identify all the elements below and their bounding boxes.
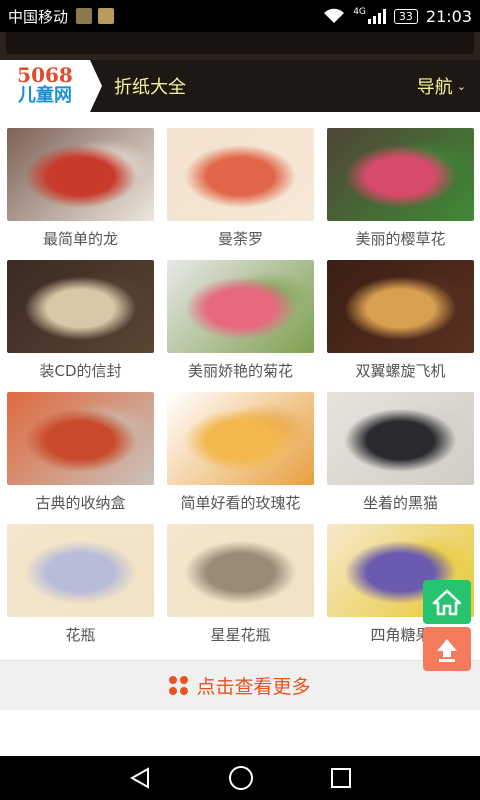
grid-row: 最简单的龙 曼荼罗 美丽的樱草花 [0,128,480,260]
item-thumbnail[interactable] [7,260,154,353]
floating-home-button[interactable] [423,580,471,624]
home-icon [432,589,462,616]
item-caption[interactable]: 曼荼罗 [218,228,263,249]
item-thumbnail[interactable] [167,128,314,221]
grid-item[interactable]: 星星花瓶 [167,524,314,656]
item-thumbnail[interactable] [7,392,154,485]
item-thumbnail[interactable] [327,128,474,221]
item-thumbnail[interactable] [167,260,314,353]
network-type: 4G [353,6,366,17]
grid-item[interactable]: 花瓶 [7,524,154,656]
item-caption[interactable]: 星星花瓶 [210,624,270,645]
grid-item[interactable]: 坐着的黑猫 [327,392,474,524]
grid-item[interactable]: 简单好看的玫瑰花 [167,392,314,524]
image-notification-icon [98,8,115,24]
item-caption[interactable]: 坐着的黑猫 [363,492,438,513]
site-header: 5068 儿童网 折纸大全 导航 ⌄ [0,60,480,112]
logo-text: 儿童网 [18,85,72,106]
battery-icon: 33 [393,8,418,24]
back-triangle-icon[interactable] [128,766,152,790]
item-caption[interactable]: 双翼螺旋飞机 [355,360,445,381]
item-caption[interactable]: 简单好看的玫瑰花 [180,492,300,513]
home-circle-icon[interactable] [228,765,254,791]
item-thumbnail[interactable] [327,260,474,353]
back-to-top-button[interactable] [423,627,471,671]
load-more-label: 点击查看更多 [196,676,311,698]
item-caption[interactable]: 装CD的信封 [39,360,121,381]
origami-grid: 最简单的龙 曼荼罗 美丽的樱草花 装CD的信封 美丽娇艳的菊花 双翼螺旋飞机 古… [0,112,480,656]
chevron-down-icon: ⌄ [456,79,466,93]
grid-item[interactable]: 最简单的龙 [7,128,154,260]
grid-item[interactable]: 美丽娇艳的菊花 [167,260,314,392]
item-caption[interactable]: 美丽的樱草花 [355,228,445,249]
arrow-up-icon [437,639,457,662]
grid-dots-icon [169,676,189,695]
item-caption[interactable]: 美丽娇艳的菊花 [188,360,293,381]
item-caption[interactable]: 古典的收纳盒 [35,492,125,513]
item-caption[interactable]: 花瓶 [65,624,95,645]
item-thumbnail[interactable] [167,524,314,617]
item-thumbnail[interactable] [167,392,314,485]
carrier-name: 中国移动 [8,7,69,26]
grid-item[interactable]: 古典的收纳盒 [7,392,154,524]
item-thumbnail[interactable] [327,392,474,485]
top-strip [0,32,480,60]
grid-item[interactable]: 装CD的信封 [7,260,154,392]
grid-item[interactable]: 美丽的樱草花 [327,128,474,260]
grid-row: 装CD的信封 美丽娇艳的菊花 双翼螺旋飞机 [0,260,480,392]
item-caption[interactable]: 最简单的龙 [43,228,118,249]
recents-square-icon[interactable] [330,767,352,789]
nav-menu-button[interactable]: 导航 ⌄ [417,73,466,99]
nav-label: 导航 [416,77,453,98]
item-thumbnail[interactable] [7,524,154,617]
system-nav-bar [0,756,480,800]
item-thumbnail[interactable] [7,128,154,221]
grid-row: 古典的收纳盒 简单好看的玫瑰花 坐着的黑猫 [0,392,480,524]
grid-item[interactable]: 曼荼罗 [167,128,314,260]
site-logo[interactable]: 5068 儿童网 [0,60,102,112]
load-more-button[interactable]: 点击查看更多 [0,660,480,710]
grid-row: 花瓶 星星花瓶 四角糖果 [0,524,480,656]
page-title: 折纸大全 [114,77,186,98]
status-bar: 中国移动 4G 33 21:03 [0,0,480,32]
clock: 21:03 [425,6,472,26]
logo-number: 5068 [17,63,73,87]
signal-icon [367,8,386,24]
item-caption[interactable]: 四角糖果 [370,624,430,645]
grid-item[interactable]: 双翼螺旋飞机 [327,260,474,392]
notification-icon [76,8,93,24]
wifi-icon [324,8,345,23]
